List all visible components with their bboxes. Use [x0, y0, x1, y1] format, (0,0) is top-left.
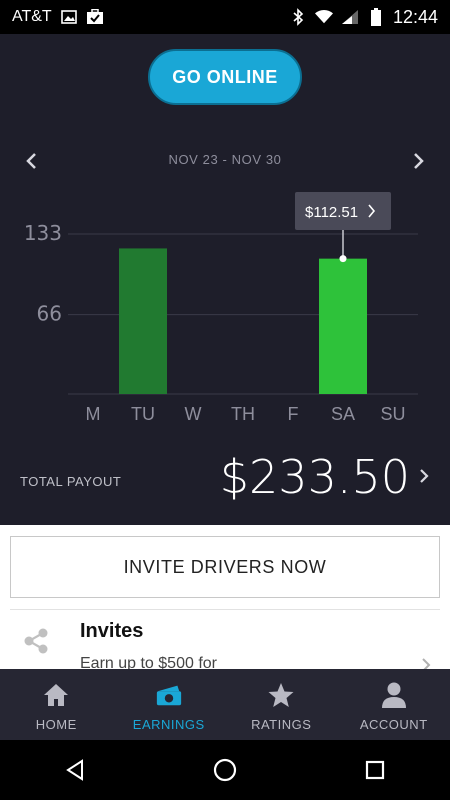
tooltip-dot	[339, 255, 347, 263]
battery-icon	[367, 8, 385, 26]
chevron-right-icon	[418, 464, 430, 492]
gallery-icon	[60, 8, 78, 26]
home-circle-icon	[213, 758, 237, 782]
wifi-icon	[314, 8, 333, 26]
y-tick-label: 66	[37, 302, 62, 326]
invites-list-item[interactable]: Invites Earn up to $500 for	[0, 615, 450, 669]
earnings-section: GO ONLINE NOV 23 - NOV 30 66 133 M TU W TH F SA…	[0, 34, 450, 525]
x-tick-label: M	[86, 404, 101, 424]
tab-label: RATINGS	[251, 717, 312, 732]
x-tick-label: TH	[231, 404, 255, 424]
earnings-bar-chart: 66 133 M TU W TH F SA SU $112.51	[24, 192, 418, 424]
tab-ratings[interactable]: RATINGS	[225, 669, 338, 740]
carrier-label: AT&T	[12, 8, 52, 25]
divider	[10, 609, 440, 610]
account-icon	[380, 681, 408, 709]
recents-square-icon	[365, 760, 385, 780]
invite-panel: INVITE DRIVERS NOW Invites Earn up to $5…	[0, 525, 450, 669]
home-nav-button[interactable]	[205, 750, 245, 790]
tab-label: ACCOUNT	[359, 717, 428, 732]
invite-drivers-button[interactable]: INVITE DRIVERS NOW	[10, 536, 440, 598]
bluetooth-icon	[289, 8, 307, 26]
recents-button[interactable]	[355, 750, 395, 790]
total-payout-value: $233.50	[219, 450, 410, 504]
x-tick-label: SA	[331, 404, 355, 424]
signal-icon	[341, 8, 359, 26]
x-tick-label: F	[288, 404, 299, 424]
star-icon	[267, 681, 295, 709]
tab-account[interactable]: ACCOUNT	[338, 669, 450, 740]
week-navigator: NOV 23 - NOV 30	[0, 146, 450, 176]
chevron-right-icon	[420, 653, 432, 669]
week-range-label: NOV 23 - NOV 30	[168, 152, 282, 167]
tab-earnings[interactable]: EARNINGS	[113, 669, 226, 740]
share-icon	[22, 627, 50, 655]
x-tick-label: TU	[131, 404, 155, 424]
go-online-button[interactable]: GO ONLINE	[148, 49, 302, 105]
tab-home[interactable]: HOME	[0, 669, 113, 740]
briefcase-check-icon	[86, 8, 104, 26]
earnings-icon	[155, 681, 183, 709]
tab-label: EARNINGS	[132, 717, 205, 732]
x-tick-label: SU	[380, 404, 405, 424]
home-icon	[42, 681, 70, 709]
bar-sa	[319, 258, 367, 394]
clock: 12:44	[392, 6, 438, 27]
tooltip-value: $112.51	[305, 204, 358, 221]
tab-label: HOME	[35, 717, 77, 732]
bottom-tab-bar: HOME EARNINGS RATINGS ACCOUNT	[0, 669, 450, 740]
back-button[interactable]	[55, 750, 95, 790]
bar-tu	[119, 248, 167, 394]
back-triangle-icon	[66, 759, 83, 781]
x-tick-label: W	[185, 404, 202, 424]
chevron-right-icon	[414, 153, 424, 169]
total-payout-row[interactable]: TOTAL PAYOUT $233.50	[0, 446, 450, 526]
y-tick-label: 133	[24, 221, 62, 245]
next-week-button[interactable]	[404, 146, 434, 176]
invites-title: Invites	[80, 620, 144, 642]
invites-subtitle: Earn up to $500 for	[80, 655, 217, 669]
system-navigation-bar	[0, 740, 450, 800]
status-bar: AT&T 12:44	[0, 0, 450, 34]
total-payout-label: TOTAL PAYOUT	[20, 474, 122, 489]
